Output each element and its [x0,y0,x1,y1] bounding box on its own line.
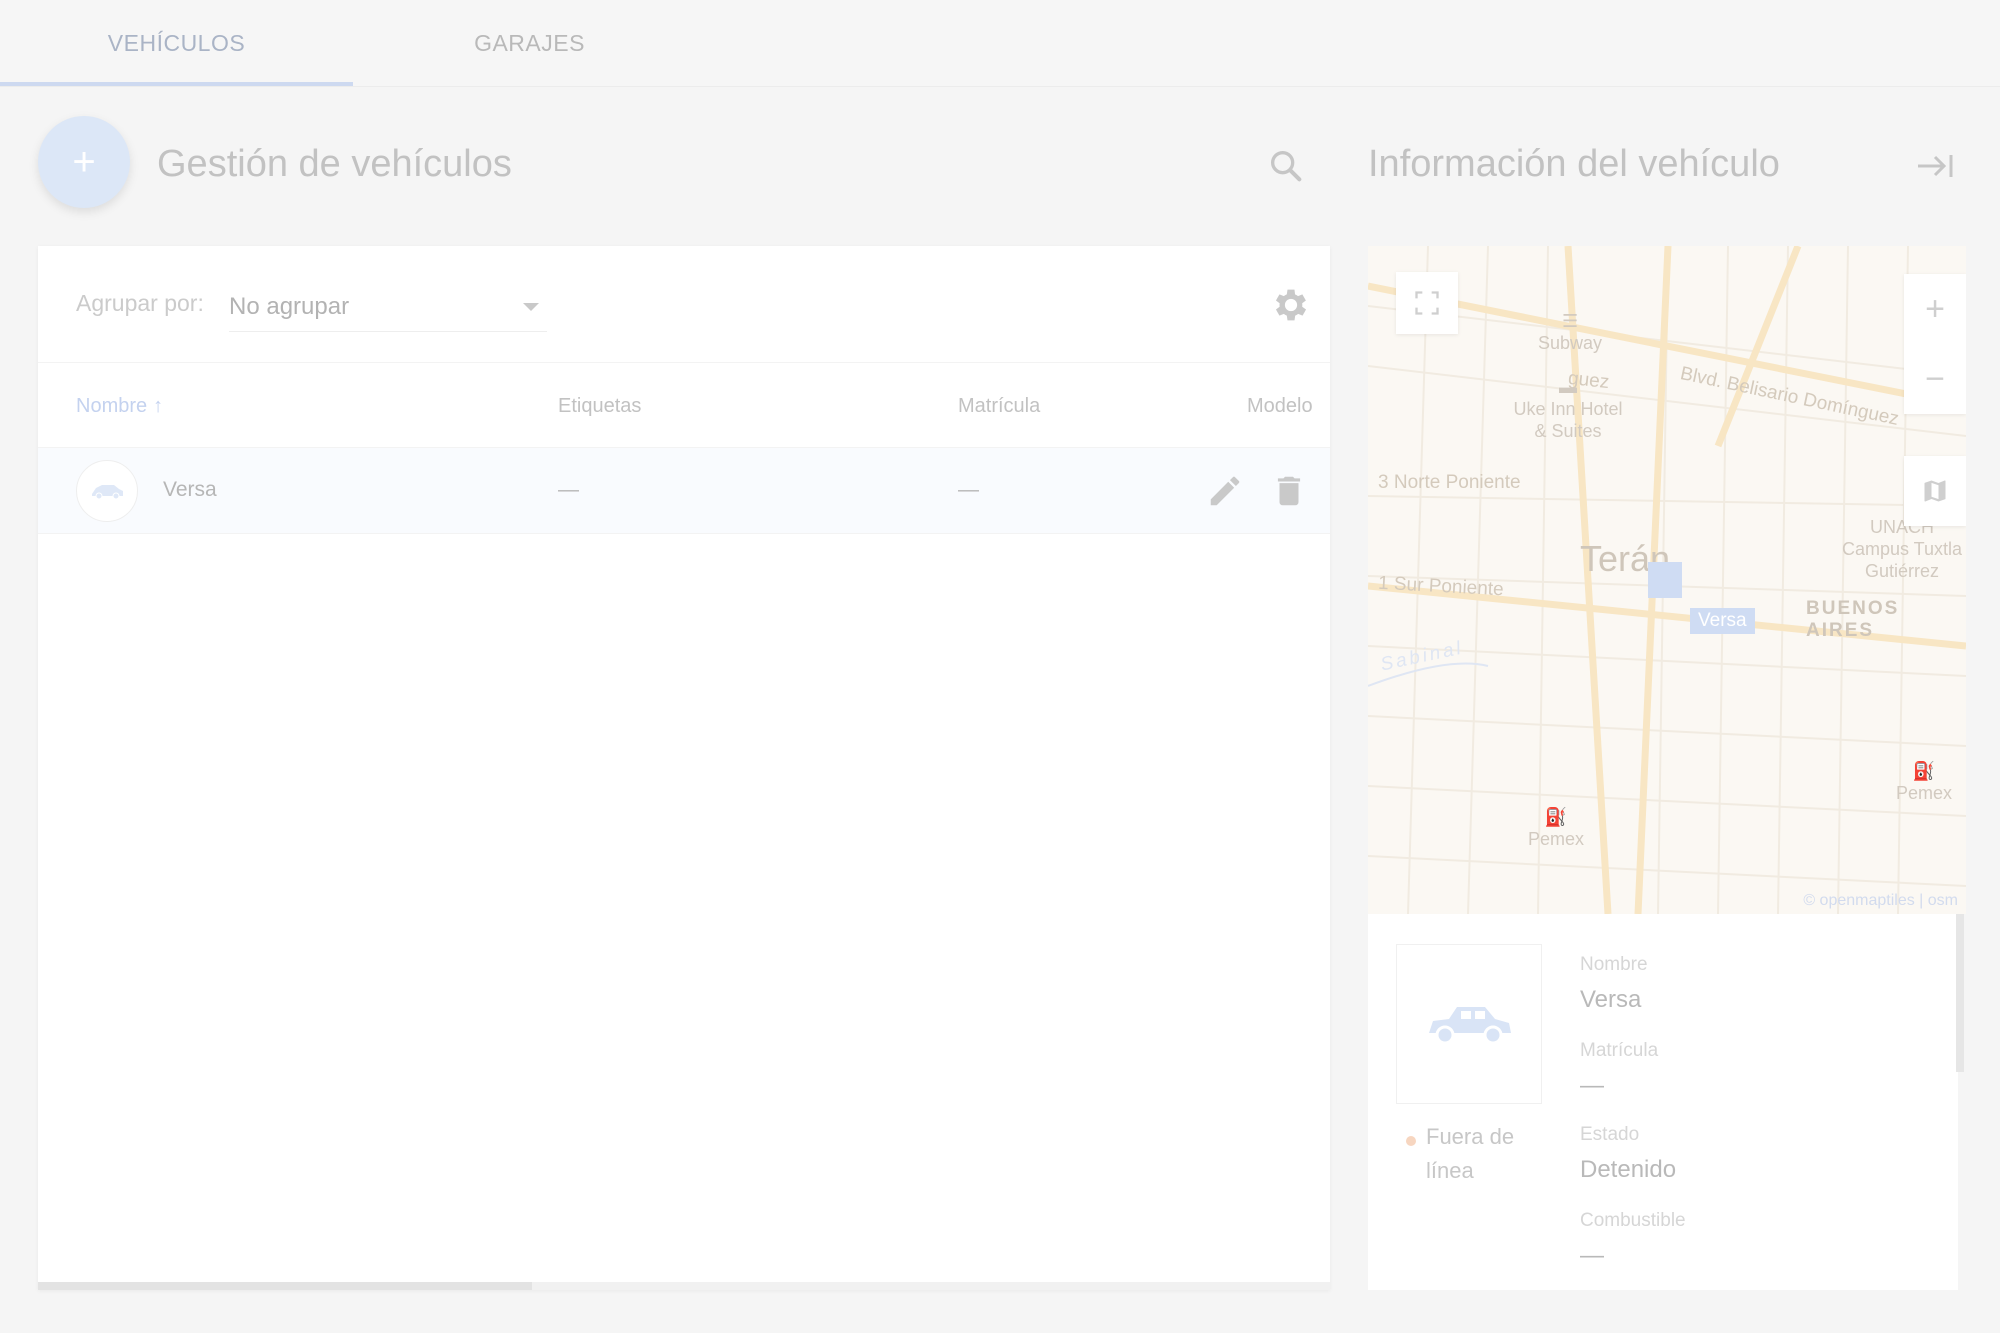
details-scrollbar[interactable] [1956,914,1964,1072]
field-value-combustible: — [1580,1242,1604,1269]
active-tab-indicator [0,82,353,86]
search-icon [1271,151,1302,182]
map-icon [1924,480,1946,502]
column-header-matricula[interactable]: Matrícula [958,395,1040,418]
poi-hotel: ▬ Uke Inn Hotel & Suites [1508,376,1628,442]
poi-fuel: ⛽ Pemex [1896,761,1953,803]
vehicle-details-card: Fuera de línea Nombre Versa Matrícula — … [1368,914,1958,1290]
street-label: 3 Norte Poniente [1378,472,1521,493]
map-attribution[interactable]: © openmaptiles | osm [1803,892,1958,910]
field-label-estado: Estado [1580,1124,1640,1145]
vehicle-avatar [76,460,138,522]
field-value-matricula: — [1580,1072,1604,1099]
vehicle-info-title: Información del vehículo [1368,143,1780,185]
table-row[interactable]: Versa — — [38,448,1330,534]
trash-icon [1277,476,1301,506]
collapse-panel-button[interactable] [1914,148,1956,184]
add-vehicle-button[interactable]: + [38,116,130,208]
search-button[interactable] [1266,146,1306,186]
zoom-controls: + − [1904,274,1966,414]
group-by-select[interactable]: No agrupar [229,282,547,332]
map-style-button[interactable] [1904,456,1966,526]
edit-vehicle-button[interactable] [1206,472,1244,510]
column-header-nombre[interactable]: Nombre ↑ [76,395,163,418]
connection-status: Fuera de línea [1406,1120,1536,1188]
chevron-down-icon [523,302,539,311]
car-icon [92,485,123,500]
field-value-nombre: Versa [1580,986,1642,1013]
status-text: Fuera de línea [1426,1124,1515,1183]
zoom-in-button[interactable]: + [1925,274,1945,344]
page-title: Gestión de vehículos [157,143,512,185]
cell-etiquetas: — [558,478,579,501]
field-label-combustible: Combustible [1580,1210,1686,1231]
cell-nombre: Versa [163,478,217,501]
horizontal-scrollbar[interactable] [38,1282,1330,1290]
vehicle-marker[interactable] [1648,562,1682,598]
status-dot [1406,1136,1416,1146]
tab-garajes[interactable]: GARAJES [353,0,706,87]
vehicle-image [1396,944,1542,1104]
tab-bar: VEHÍCULOS GARAJES [0,0,2000,87]
poi-subway: ☰ Subway [1538,311,1603,353]
field-label-matricula: Matrícula [1580,1040,1659,1061]
delete-vehicle-button[interactable] [1270,472,1308,510]
zoom-out-button[interactable]: − [1925,344,1945,414]
cell-matricula: — [958,478,979,501]
group-by-value: No agrupar [229,292,350,320]
column-label: Nombre [76,395,148,417]
tab-vehiculos[interactable]: VEHÍCULOS [0,0,353,87]
table-header: Nombre ↑ Etiquetas Matrícula Modelo [38,362,1330,448]
sort-ascending-icon: ↑ [153,395,164,417]
fullscreen-icon [1415,291,1439,315]
pencil-icon [1210,476,1240,506]
fuel-icon: ⛽ [1912,761,1936,781]
fullscreen-button[interactable] [1396,272,1458,334]
vehicle-marker-label[interactable]: Versa [1690,608,1755,634]
car-icon [1429,1007,1511,1045]
restaurant-icon: ☰ [1561,311,1579,331]
column-header-modelo[interactable]: Modelo [1247,395,1313,418]
field-label-nombre: Nombre [1580,954,1648,975]
gear-icon [1275,289,1307,321]
poi-fuel: ⛽ Pemex [1528,807,1585,849]
vehicle-list-card: Agrupar por: No agrupar Nombre ↑ Etiqueta… [38,246,1330,1290]
scrollbar-thumb[interactable] [38,1282,532,1290]
group-by-label: Agrupar por: [76,290,204,316]
collapse-right-icon [1918,155,1953,177]
hotel-icon: ▬ [1559,377,1577,397]
district-label: BUENOS AIRES [1806,598,1900,641]
table-settings-button[interactable] [1270,284,1312,326]
plus-icon: + [72,139,96,184]
vehicle-map[interactable]: guez Blvd. Belisario Domínguez 3 Norte P… [1368,246,1966,914]
column-header-etiquetas[interactable]: Etiquetas [558,395,641,418]
field-value-estado: Detenido [1580,1156,1677,1183]
fuel-icon: ⛽ [1544,807,1568,827]
